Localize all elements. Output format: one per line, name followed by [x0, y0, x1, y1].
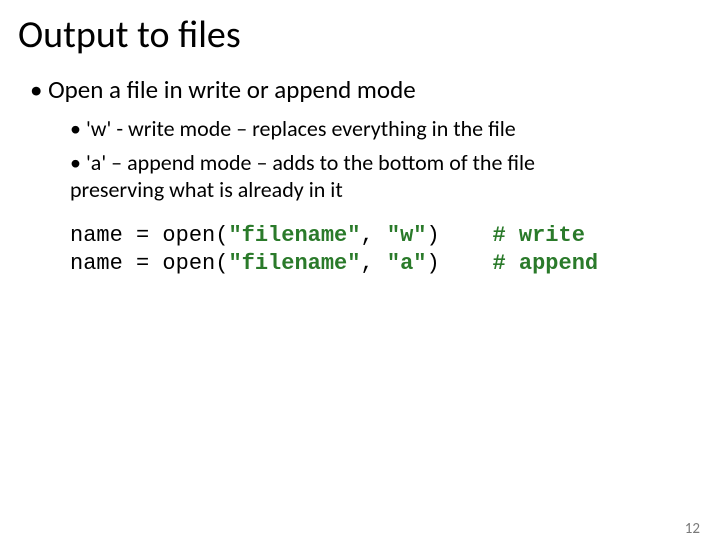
code-pad [440, 223, 493, 248]
code-string-filename: "filename" [228, 223, 360, 248]
code-comment-append: # append [493, 251, 599, 276]
code-call-close: ) [426, 251, 439, 276]
code-var: name [70, 223, 123, 248]
code-string-mode-w: "w" [387, 223, 427, 248]
code-call-open: open( [162, 223, 228, 248]
bullet-level2-append: 'a' – append mode – adds to the bottom o… [70, 149, 630, 204]
code-pad [440, 251, 493, 276]
bullet-level2-write: 'w' - write mode – replaces everything i… [70, 115, 630, 143]
slide-title: Output to files [18, 12, 720, 58]
code-string-filename: "filename" [228, 251, 360, 276]
code-call-close: ) [426, 223, 439, 248]
code-comment-write: # write [493, 223, 585, 248]
code-call-open: open( [162, 251, 228, 276]
code-eq: = [123, 223, 163, 248]
code-comma: , [360, 251, 386, 276]
page-number: 12 [685, 520, 700, 538]
code-eq: = [123, 251, 163, 276]
code-var: name [70, 251, 123, 276]
bullet-level1: Open a file in write or append mode [30, 74, 720, 105]
code-comma: , [360, 223, 386, 248]
slide: Output to files Open a file in write or … [0, 12, 720, 552]
code-string-mode-a: "a" [387, 251, 427, 276]
code-block: name = open("filename", "w") # write nam… [70, 222, 720, 279]
